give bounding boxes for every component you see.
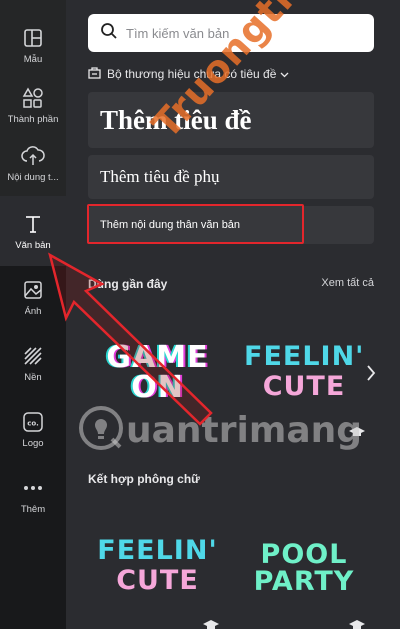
sample-line: PARTY: [253, 566, 355, 597]
brand-kit-icon: [88, 66, 101, 82]
sidebar-item-logo[interactable]: co. Logo: [0, 396, 66, 462]
add-subheading-button[interactable]: Thêm tiêu đề phụ: [88, 155, 374, 199]
chevron-down-icon: [280, 67, 289, 81]
sidebar-item-label: Mẫu: [23, 53, 43, 65]
upload-icon: [21, 144, 45, 168]
chevron-right-icon[interactable]: [364, 362, 378, 384]
sample-line: ON: [131, 370, 184, 405]
sidebar-item-uploads[interactable]: Nội dung t...: [0, 130, 66, 196]
search-icon: [100, 22, 118, 45]
photo-icon: [21, 278, 45, 302]
add-heading-button[interactable]: Thêm tiêu đề: [88, 92, 374, 148]
sidebar-item-more[interactable]: Thêm: [0, 462, 66, 528]
more-icon: [21, 476, 45, 500]
text-sample-feelin-cute-combo[interactable]: FEELIN' CUTE: [95, 537, 220, 594]
sample-line: FEELIN': [97, 535, 218, 566]
template-icon: [21, 26, 45, 50]
sidebar-item-label: Nội dung t...: [7, 171, 59, 183]
sidebar-item-templates[interactable]: Mẫu: [0, 12, 66, 78]
elements-icon: [21, 86, 45, 110]
sidebar-item-label: Nền: [24, 371, 42, 383]
sidebar-item-label: Thành phần: [7, 113, 59, 125]
sample-line: POOL: [260, 539, 348, 570]
premium-crown-icon: [202, 618, 220, 629]
sample-line: CUTE: [116, 565, 199, 596]
text-sample-pool-party[interactable]: POOL PARTY: [244, 541, 364, 595]
search-input[interactable]: [126, 25, 346, 41]
logo-icon: co.: [21, 410, 45, 434]
premium-crown-icon: [348, 425, 366, 437]
text-sample-game-on[interactable]: GAME ON: [95, 343, 220, 403]
premium-crown-icon: [348, 618, 366, 629]
sample-line: CUTE: [262, 371, 346, 402]
see-all-link[interactable]: Xem tất cả: [321, 277, 374, 289]
search-bar[interactable]: [88, 14, 374, 52]
sidebar-item-label: Văn bản: [15, 239, 51, 251]
sidebar-item-background[interactable]: Nền: [0, 330, 66, 396]
text-icon: [21, 212, 45, 236]
font-combo-section-title: Kết hợp phông chữ: [88, 472, 200, 486]
text-sample-feelin-cute[interactable]: FEELIN' CUTE: [244, 343, 364, 400]
sidebar-item-elements[interactable]: Thành phần: [0, 72, 66, 138]
annotation-highlight-box: [87, 204, 304, 244]
sidebar-item-photos[interactable]: Ảnh: [0, 264, 66, 330]
sidebar: Mẫu Thành phần Nội dung t... Văn bản Ảnh…: [0, 0, 66, 629]
brand-kit-label: Bộ thương hiệu chưa có tiêu đề: [107, 67, 277, 81]
sidebar-item-label: Ảnh: [24, 305, 42, 317]
svg-text:co.: co.: [27, 419, 39, 427]
sidebar-item-label: Logo: [22, 437, 44, 449]
brand-kit-selector[interactable]: Bộ thương hiệu chưa có tiêu đề: [88, 64, 289, 84]
sample-line: FEELIN': [244, 341, 365, 372]
background-icon: [21, 344, 45, 368]
sidebar-item-text[interactable]: Văn bản: [0, 198, 66, 264]
sample-line: GAME: [106, 340, 209, 375]
sidebar-item-label: Thêm: [20, 503, 46, 515]
recent-section-title: Dùng gần đây: [88, 277, 168, 291]
